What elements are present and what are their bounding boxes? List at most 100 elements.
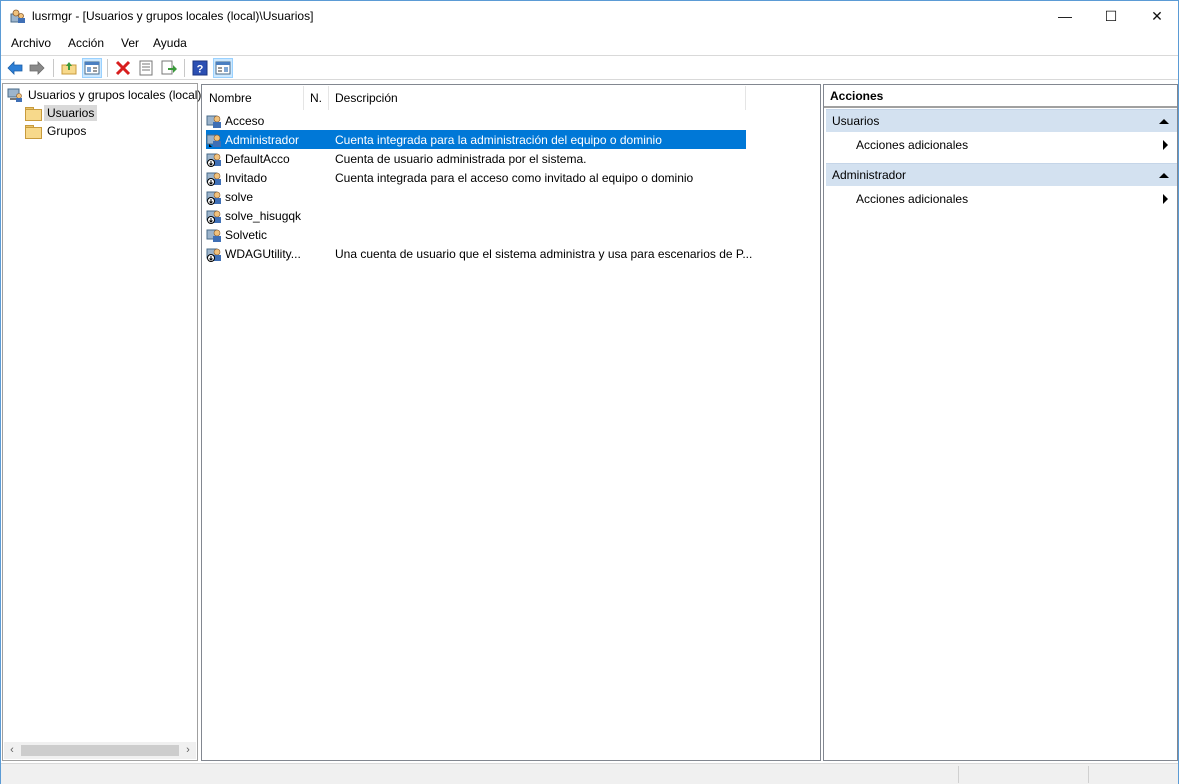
action-item-label: Acciones adicionales xyxy=(856,192,969,206)
menu-archivo[interactable]: Archivo xyxy=(11,36,51,50)
export-list-button[interactable] xyxy=(159,58,179,78)
user-description: Una cuenta de usuario que el sistema adm… xyxy=(335,246,753,261)
maximize-button[interactable]: ☐ xyxy=(1088,1,1134,31)
show-hide-tree-button[interactable] xyxy=(82,58,102,78)
disabled-user-icon xyxy=(206,248,221,262)
up-folder-icon xyxy=(61,62,77,75)
folder-icon xyxy=(25,125,42,139)
table-row[interactable]: solve_hisugqk xyxy=(206,206,746,225)
show-hide-action-pane-button[interactable] xyxy=(213,58,233,78)
up-folder-button[interactable] xyxy=(59,58,79,78)
status-segment xyxy=(958,766,1088,783)
collapse-icon[interactable] xyxy=(1159,119,1169,124)
table-row[interactable]: solve xyxy=(206,187,746,206)
tree-panel: Usuarios y grupos locales (local) Usuari… xyxy=(2,83,201,761)
user-icon xyxy=(206,134,221,147)
delete-icon xyxy=(115,60,131,76)
delete-button[interactable] xyxy=(113,58,133,78)
column-header-nombre-completo[interactable]: N. xyxy=(304,86,329,110)
user-list-panel: Nombre N. Descripción Acceso Administrad… xyxy=(201,84,821,761)
toolbar: ? xyxy=(1,55,1178,80)
properties-button[interactable] xyxy=(136,58,156,78)
tree-horizontal-scrollbar[interactable]: ‹ › xyxy=(4,742,196,759)
action-more-actions-usuarios[interactable]: Acciones adicionales xyxy=(856,135,1176,155)
menu-accion[interactable]: Acción xyxy=(68,36,104,50)
table-row[interactable]: Invitado Cuenta integrada para el acceso… xyxy=(206,168,746,187)
scroll-right-arrow-icon[interactable]: › xyxy=(180,743,196,758)
user-name: solve xyxy=(225,189,254,204)
status-bar xyxy=(1,763,1178,784)
action-group-administrador[interactable]: Administrador xyxy=(826,163,1177,186)
maximize-icon: ☐ xyxy=(1104,7,1118,24)
close-icon: ✕ xyxy=(1151,7,1163,24)
table-row[interactable]: Solvetic xyxy=(206,225,746,244)
minimize-button[interactable]: — xyxy=(1042,1,1088,31)
close-button[interactable]: ✕ xyxy=(1134,1,1179,31)
folder-icon xyxy=(25,107,42,121)
disabled-user-icon xyxy=(206,172,221,186)
back-button[interactable] xyxy=(5,58,25,78)
app-window: lusrmgr - [Usuarios y grupos locales (lo… xyxy=(0,0,1179,784)
table-row[interactable]: Administrador Cuenta integrada para la a… xyxy=(206,130,746,149)
actions-title: Acciones xyxy=(824,85,1177,108)
action-item-label: Acciones adicionales xyxy=(856,138,969,152)
svg-text:?: ? xyxy=(197,64,204,76)
collapse-icon[interactable] xyxy=(1159,173,1169,178)
status-segment xyxy=(1088,766,1178,783)
table-row[interactable]: Acceso xyxy=(206,111,746,130)
disabled-user-icon xyxy=(206,210,221,224)
menu-ver[interactable]: Ver xyxy=(121,36,139,50)
toolbar-separator xyxy=(184,59,185,77)
action-more-actions-administrador[interactable]: Acciones adicionales xyxy=(856,189,1176,209)
user-icon xyxy=(206,115,221,128)
users-app-icon xyxy=(10,9,25,23)
menu-ayuda[interactable]: Ayuda xyxy=(153,36,187,50)
user-name: Acceso xyxy=(225,113,265,128)
tree-item-root[interactable]: Usuarios y grupos locales (local) xyxy=(7,86,204,104)
window-title: lusrmgr - [Usuarios y grupos locales (lo… xyxy=(32,9,314,23)
table-row[interactable]: DefaultAcco Cuenta de usuario administra… xyxy=(206,149,746,168)
minimize-icon: — xyxy=(1058,8,1072,24)
user-name: Solvetic xyxy=(225,227,268,242)
computer-users-icon xyxy=(7,88,22,102)
submenu-arrow-icon xyxy=(1163,194,1168,204)
tree-usuarios-label: Usuarios xyxy=(44,105,98,121)
action-group-label: Usuarios xyxy=(832,114,880,128)
help-icon: ? xyxy=(192,60,208,76)
submenu-arrow-icon xyxy=(1163,140,1168,150)
user-name: DefaultAcco xyxy=(225,151,290,166)
properties-icon xyxy=(139,60,153,76)
menu-bar: Archivo Acción Ver Ayuda xyxy=(1,32,1178,54)
disabled-user-icon xyxy=(206,191,221,205)
column-header-nombre[interactable]: Nombre xyxy=(203,86,304,110)
title-bar: lusrmgr - [Usuarios y grupos locales (lo… xyxy=(1,1,1178,32)
tree-item-usuarios[interactable]: Usuarios xyxy=(25,104,98,122)
user-description: Cuenta de usuario administrada por el si… xyxy=(335,151,587,166)
show-hide-action-pane-icon xyxy=(215,61,231,75)
help-button[interactable]: ? xyxy=(190,58,210,78)
toolbar-separator xyxy=(107,59,108,77)
export-list-icon xyxy=(161,60,177,75)
user-name: solve_hisugqk xyxy=(225,208,302,223)
action-group-label: Administrador xyxy=(832,168,907,182)
user-icon xyxy=(206,229,221,242)
scroll-left-arrow-icon[interactable]: ‹ xyxy=(4,743,20,758)
user-description: Cuenta integrada para el acceso como inv… xyxy=(335,170,694,185)
forward-button[interactable] xyxy=(27,58,47,78)
column-header-descripcion[interactable]: Descripción xyxy=(329,86,746,110)
action-group-usuarios[interactable]: Usuarios xyxy=(826,109,1177,132)
forward-icon xyxy=(29,61,45,75)
tree-root-label: Usuarios y grupos locales (local) xyxy=(28,88,202,102)
tree-item-grupos[interactable]: Grupos xyxy=(25,122,89,140)
user-description: Cuenta integrada para la administración … xyxy=(335,132,662,147)
tree-grupos-label: Grupos xyxy=(47,124,87,138)
scrollbar-thumb[interactable] xyxy=(21,745,179,756)
back-icon xyxy=(7,61,23,75)
disabled-user-icon xyxy=(206,153,221,167)
user-name: Invitado xyxy=(225,170,268,185)
show-hide-tree-icon xyxy=(84,61,100,75)
user-name: WDAGUtility... xyxy=(225,246,301,261)
list-header: Nombre N. Descripción xyxy=(203,86,746,110)
table-row[interactable]: WDAGUtility... Una cuenta de usuario que… xyxy=(206,244,752,263)
user-name: Administrador xyxy=(225,132,300,147)
